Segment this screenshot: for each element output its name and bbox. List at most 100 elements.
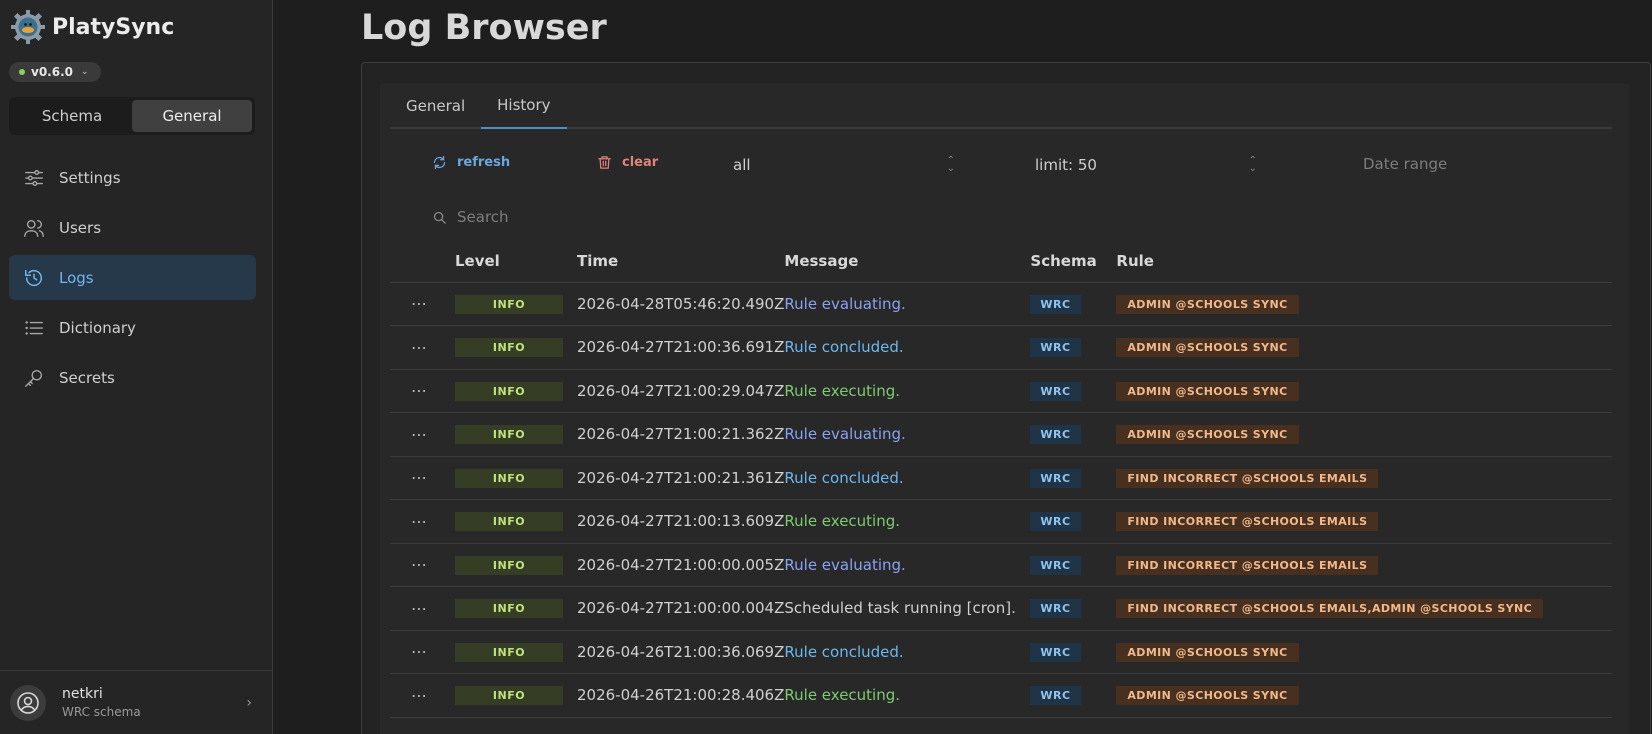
sidebar: PlatySync v0.6.0 ⌄ Schema General Settin… (0, 0, 273, 734)
level-cell: INFO (448, 282, 577, 326)
level-cell: INFO (448, 325, 577, 370)
schema-badge: WRC (1030, 555, 1081, 575)
limit-select[interactable]: limit: 50 ⌃ ⌄ (1035, 149, 1257, 181)
user-menu[interactable]: netkri WRC schema › (0, 670, 272, 734)
sidebar-item-label: Settings (59, 168, 121, 187)
rule-cell: ADMIN @SCHOOLS SYNC (1116, 630, 1612, 674)
schema-badge: WRC (1030, 642, 1081, 662)
level-badge: INFO (455, 512, 563, 532)
sidebar-item-logs[interactable]: Logs (9, 255, 256, 300)
sidebar-item-label: Secrets (59, 368, 115, 387)
chevron-updown-icon: ⌃ ⌄ (946, 155, 955, 174)
user-subtitle: WRC schema (62, 705, 141, 719)
brand[interactable]: PlatySync (0, 0, 272, 54)
time-cell: 2026-04-27T21:00:21.361Z (577, 456, 785, 500)
level-badge: INFO (455, 338, 563, 358)
clear-label: clear (622, 155, 659, 170)
row-actions-icon[interactable]: ⋯ (390, 456, 448, 500)
status-dot-icon (19, 69, 25, 75)
segment-general[interactable]: General (132, 100, 252, 132)
column-level[interactable]: Level (448, 240, 577, 283)
tab-general[interactable]: General (390, 83, 481, 129)
table-row[interactable]: ⋯ INFO 2026-04-27T21:00:36.691Z Rule conclu… (390, 325, 1612, 370)
sidebar-item-dictionary[interactable]: Dictionary (9, 305, 256, 350)
schema-badge: WRC (1030, 468, 1081, 488)
refresh-label: refresh (457, 155, 511, 170)
rule-cell: FIND INCORRECT @SCHOOLS EMAILS (1116, 499, 1612, 544)
level-cell: INFO (448, 369, 577, 413)
row-actions-icon[interactable]: ⋯ (390, 412, 448, 457)
rule-badge: ADMIN @SCHOOLS SYNC (1116, 642, 1299, 662)
scope-toggle: Schema General (9, 97, 255, 135)
row-actions-icon[interactable]: ⋯ (390, 586, 448, 631)
search-icon (433, 211, 446, 224)
row-actions-icon[interactable]: ⋯ (390, 369, 448, 413)
toolbar: refresh clear all ⌃ ⌄ limit: 50 ⌃ ⌄ Date… (380, 143, 1629, 187)
rule-badge: ADMIN @SCHOOLS SYNC (1116, 294, 1299, 314)
table-row[interactable]: ⋯ INFO 2026-04-26T21:00:28.406Z Rule execut… (390, 673, 1612, 718)
row-actions-icon[interactable]: ⋯ (390, 499, 448, 544)
rule-badge: FIND INCORRECT @SCHOOLS EMAILS (1116, 512, 1379, 532)
schema-badge: WRC (1030, 686, 1081, 706)
schema-cell: WRC (1030, 456, 1117, 500)
level-badge: INFO (455, 468, 563, 488)
rule-badge: ADMIN @SCHOOLS SYNC (1116, 686, 1299, 706)
chevron-updown-icon: ⌃ ⌄ (1248, 155, 1257, 174)
table-row[interactable]: ⋯ INFO 2026-04-28T05:46:20.490Z Rule evalua… (390, 282, 1612, 326)
limit-select-value: limit: 50 (1035, 156, 1097, 174)
row-actions-icon[interactable]: ⋯ (390, 325, 448, 370)
table-row[interactable]: ⋯ INFO 2026-04-26T21:00:36.069Z Rule conclu… (390, 630, 1612, 674)
table-row[interactable]: ⋯ INFO 2026-04-27T21:00:13.609Z Rule execut… (390, 499, 1612, 544)
search-input[interactable] (457, 208, 807, 226)
list-icon (25, 320, 43, 335)
tab-history[interactable]: History (481, 83, 567, 129)
table-row[interactable]: ⋯ INFO 2026-04-27T21:00:00.004Z Scheduled t… (390, 586, 1612, 631)
sidebar-item-users[interactable]: Users (9, 205, 256, 250)
rule-badge: ADMIN @SCHOOLS SYNC (1116, 425, 1299, 445)
refresh-button[interactable]: refresh (432, 155, 510, 170)
level-badge: INFO (455, 642, 563, 662)
schema-cell: WRC (1030, 499, 1117, 544)
level-badge: INFO (455, 555, 563, 575)
date-range-picker[interactable]: Date range (1363, 155, 1447, 173)
user-name: netkri (62, 686, 103, 702)
row-actions-icon[interactable]: ⋯ (390, 543, 448, 587)
table-row[interactable]: ⋯ INFO 2026-04-27T21:00:00.005Z Rule evalua… (390, 543, 1612, 587)
column-message[interactable]: Message (784, 240, 1031, 283)
table-row[interactable]: ⋯ INFO 2026-04-27T21:00:21.361Z Rule conclu… (390, 456, 1612, 500)
chevron-right-icon: › (246, 695, 252, 711)
rule-cell: FIND INCORRECT @SCHOOLS EMAILS (1116, 543, 1612, 587)
time-cell: 2026-04-27T21:00:00.005Z (577, 543, 785, 587)
row-actions-icon[interactable]: ⋯ (390, 282, 448, 326)
rule-badge: FIND INCORRECT @SCHOOLS EMAILS,ADMIN @SC… (1116, 599, 1544, 619)
level-select[interactable]: all ⌃ ⌄ (733, 149, 955, 181)
table-row[interactable]: ⋯ INFO 2026-04-27T21:00:21.362Z Rule evalua… (390, 412, 1612, 457)
users-icon (24, 219, 44, 237)
time-cell: 2026-04-27T21:00:36.691Z (577, 325, 785, 370)
row-actions-icon[interactable]: ⋯ (390, 673, 448, 718)
schema-cell: WRC (1030, 630, 1117, 674)
user-info: netkri WRC schema (62, 686, 141, 719)
tab-bar: General History (390, 83, 1612, 129)
sidebar-item-settings[interactable]: Settings (9, 155, 256, 200)
platypus-gear-logo (11, 10, 45, 44)
rule-badge: FIND INCORRECT @SCHOOLS EMAILS (1116, 555, 1379, 575)
schema-cell: WRC (1030, 586, 1117, 631)
segment-schema[interactable]: Schema (12, 100, 132, 132)
column-rule[interactable]: Rule (1116, 240, 1612, 283)
sidebar-item-secrets[interactable]: Secrets (9, 355, 256, 400)
time-cell: 2026-04-27T21:00:29.047Z (577, 369, 785, 413)
table-row[interactable]: ⋯ INFO 2026-04-27T21:00:29.047Z Rule execut… (390, 369, 1612, 413)
row-actions-icon[interactable]: ⋯ (390, 630, 448, 674)
time-cell: 2026-04-26T21:00:28.406Z (577, 673, 785, 718)
column-schema[interactable]: Schema (1030, 240, 1117, 283)
refresh-icon (433, 155, 446, 170)
schema-cell: WRC (1030, 412, 1117, 457)
rule-badge: ADMIN @SCHOOLS SYNC (1116, 381, 1299, 401)
schema-badge: WRC (1030, 599, 1081, 619)
version-selector[interactable]: v0.6.0 ⌄ (9, 62, 101, 82)
page-title: Log Browser (361, 8, 607, 48)
clear-button[interactable]: clear (597, 155, 658, 170)
time-cell: 2026-04-27T21:00:00.004Z (577, 586, 785, 631)
column-time[interactable]: Time (577, 240, 785, 283)
